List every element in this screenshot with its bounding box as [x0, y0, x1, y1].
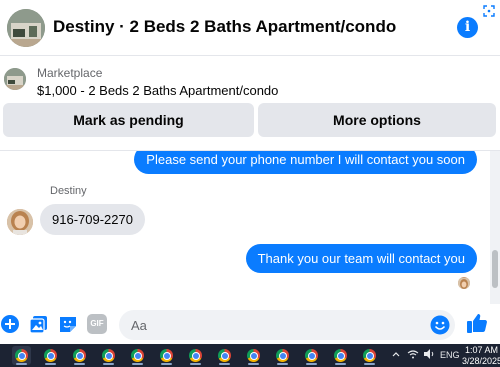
- taskbar-app-button[interactable]: [273, 346, 292, 365]
- taskbar-app-button[interactable]: [215, 346, 234, 365]
- taskbar-app-button[interactable]: [360, 346, 379, 365]
- messenger-window: Destiny · 2 Beds 2 Baths Apartment/condo…: [0, 0, 500, 367]
- photo-icon[interactable]: [29, 314, 49, 334]
- message-outgoing[interactable]: Please send your phone number I will con…: [134, 151, 477, 174]
- running-indicator: [16, 363, 27, 365]
- sender-avatar[interactable]: [7, 209, 33, 235]
- screenshot-icon[interactable]: [483, 5, 495, 17]
- windows-taskbar: ENG 1:07 AM 3/28/2025: [0, 344, 500, 367]
- running-indicator: [132, 363, 143, 365]
- taskbar-app-button[interactable]: [186, 346, 205, 365]
- chrome-icon: [15, 349, 28, 362]
- chrome-icon: [160, 349, 173, 362]
- taskbar-app-button[interactable]: [244, 346, 263, 365]
- running-indicator: [248, 363, 259, 365]
- thumbs-up-icon[interactable]: [466, 312, 488, 334]
- system-clock[interactable]: 1:07 AM 3/28/2025: [462, 345, 500, 367]
- chrome-icon: [305, 349, 318, 362]
- chrome-icon: [247, 349, 260, 362]
- taskbar-app-button[interactable]: [128, 346, 147, 365]
- chrome-icon: [44, 349, 57, 362]
- taskbar-app-button[interactable]: [99, 346, 118, 365]
- chrome-icon: [334, 349, 347, 362]
- scrollbar[interactable]: [490, 151, 500, 304]
- chat-header: Destiny · 2 Beds 2 Baths Apartment/condo…: [0, 0, 500, 56]
- sender-name: Destiny: [50, 185, 87, 197]
- plus-icon[interactable]: [0, 314, 20, 334]
- chrome-icon: [131, 349, 144, 362]
- taskbar-app-button[interactable]: [157, 346, 176, 365]
- chat-title[interactable]: Destiny · 2 Beds 2 Baths Apartment/condo: [53, 17, 396, 37]
- scrollbar-thumb[interactable]: [492, 250, 498, 288]
- running-indicator: [161, 363, 172, 365]
- message-input[interactable]: [119, 310, 455, 340]
- more-options-button[interactable]: More options: [258, 103, 496, 137]
- taskbar-app-button[interactable]: [70, 346, 89, 365]
- running-indicator: [364, 363, 375, 365]
- taskbar-app-button[interactable]: [41, 346, 60, 365]
- running-indicator: [335, 363, 346, 365]
- marketplace-panel: Marketplace $1,000 - 2 Beds 2 Baths Apar…: [0, 56, 500, 151]
- chrome-icon: [102, 349, 115, 362]
- running-indicator: [45, 363, 56, 365]
- running-indicator: [74, 363, 85, 365]
- chrome-icon: [363, 349, 376, 362]
- taskbar-app-button[interactable]: [302, 346, 321, 365]
- marketplace-label: Marketplace: [37, 66, 103, 80]
- sticker-icon[interactable]: [58, 314, 78, 334]
- chrome-icon: [218, 349, 231, 362]
- taskbar-app-button[interactable]: [331, 346, 350, 365]
- emoji-icon[interactable]: [430, 315, 450, 335]
- listing-summary[interactable]: $1,000 - 2 Beds 2 Baths Apartment/condo: [37, 83, 278, 98]
- info-icon[interactable]: i: [457, 17, 478, 38]
- message-outgoing[interactable]: Thank you our team will contact you: [245, 244, 477, 273]
- mark-as-pending-button[interactable]: Mark as pending: [3, 103, 254, 137]
- chrome-icon: [73, 349, 86, 362]
- wifi-icon[interactable]: [407, 348, 419, 360]
- running-indicator: [219, 363, 230, 365]
- chrome-icon: [189, 349, 202, 362]
- composer: GIF: [0, 304, 500, 344]
- language-indicator[interactable]: ENG: [440, 350, 460, 360]
- seen-avatar: [458, 277, 470, 289]
- message-incoming[interactable]: 916-709-2270: [40, 204, 145, 235]
- speaker-icon[interactable]: [423, 348, 435, 360]
- message-thread[interactable]: Please send your phone number I will con…: [0, 151, 500, 304]
- running-indicator: [306, 363, 317, 365]
- listing-avatar[interactable]: [7, 9, 45, 47]
- chevron-up-icon[interactable]: [391, 349, 401, 359]
- chrome-icon: [276, 349, 289, 362]
- gif-icon[interactable]: GIF: [87, 314, 107, 334]
- running-indicator: [190, 363, 201, 365]
- listing-thumbnail[interactable]: [4, 68, 26, 90]
- clock-time: 1:07 AM: [464, 345, 498, 355]
- running-indicator: [277, 363, 288, 365]
- taskbar-app-button[interactable]: [12, 346, 31, 365]
- clock-date: 3/28/2025: [462, 356, 500, 366]
- running-indicator: [103, 363, 114, 365]
